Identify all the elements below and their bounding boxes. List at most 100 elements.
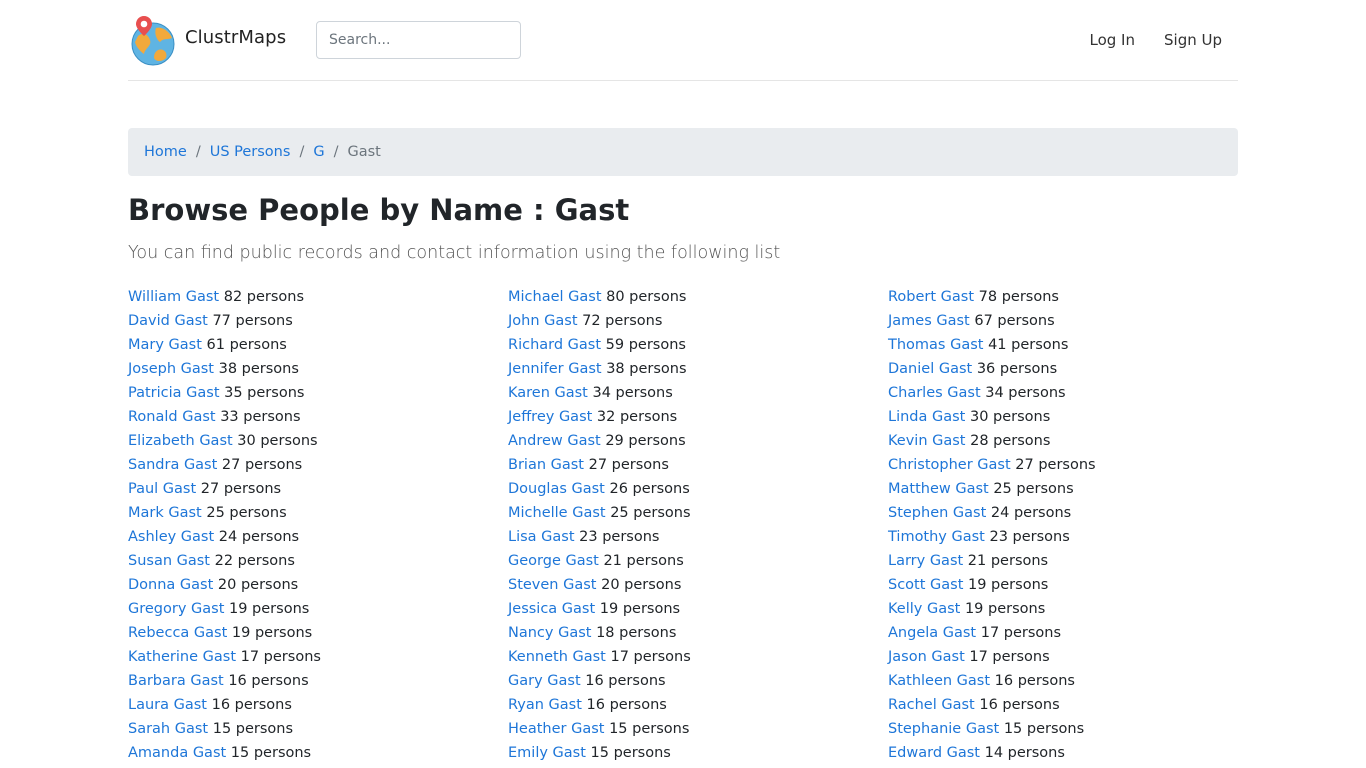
person-name-link[interactable]: Stephanie Gast: [888, 721, 999, 737]
person-name-link[interactable]: Edward Gast: [888, 745, 980, 761]
page-title: Browse People by Name : Gast: [128, 193, 630, 227]
list-item: Brian Gast 27 persons: [508, 453, 888, 477]
signup-link[interactable]: Sign Up: [1164, 31, 1222, 49]
person-name-link[interactable]: Thomas Gast: [888, 337, 983, 353]
person-count: 27 persons: [221, 457, 303, 473]
list-item: Joseph Gast 38 persons: [128, 357, 508, 381]
person-name-link[interactable]: Emily Gast: [508, 745, 586, 761]
list-item: Paul Gast 27 persons: [128, 477, 508, 501]
person-count: 36 persons: [976, 361, 1058, 377]
person-name-link[interactable]: Lisa Gast: [508, 529, 575, 545]
search-input[interactable]: [316, 21, 521, 59]
list-item: Lisa Gast 23 persons: [508, 525, 888, 549]
person-name-link[interactable]: Charles Gast: [888, 385, 981, 401]
person-name-link[interactable]: Jason Gast: [888, 649, 965, 665]
person-count: 61 persons: [206, 337, 287, 353]
person-name-link[interactable]: Susan Gast: [128, 553, 210, 569]
brand[interactable]: ClustrMaps: [130, 14, 286, 66]
person-name-link[interactable]: Michael Gast: [508, 289, 602, 305]
login-link[interactable]: Log In: [1090, 31, 1136, 49]
person-name-link[interactable]: Linda Gast: [888, 409, 965, 425]
person-name-link[interactable]: Rebecca Gast: [128, 625, 227, 641]
breadcrumb-letter[interactable]: G: [313, 144, 324, 160]
person-count: 35 persons: [224, 385, 305, 401]
person-name-link[interactable]: Kelly Gast: [888, 601, 960, 617]
breadcrumb-separator: /: [299, 144, 305, 160]
person-name-link[interactable]: David Gast: [128, 313, 208, 329]
person-name-link[interactable]: Angela Gast: [888, 625, 976, 641]
person-name-link[interactable]: Mary Gast: [128, 337, 202, 353]
person-name-link[interactable]: Steven Gast: [508, 577, 596, 593]
brand-name: ClustrMaps: [185, 26, 287, 48]
person-name-link[interactable]: Daniel Gast: [888, 361, 972, 377]
person-name-link[interactable]: Sarah Gast: [128, 721, 208, 737]
person-name-link[interactable]: Gregory Gast: [128, 601, 224, 617]
person-name-link[interactable]: Timothy Gast: [888, 529, 985, 545]
person-name-link[interactable]: Andrew Gast: [508, 433, 601, 449]
person-count: 17 persons: [610, 649, 691, 665]
list-item: Stephanie Gast 15 persons: [888, 717, 1268, 741]
person-name-link[interactable]: James Gast: [888, 313, 970, 329]
person-name-link[interactable]: Jennifer Gast: [508, 361, 602, 377]
breadcrumb: Home / US Persons / G / Gast: [128, 128, 1238, 176]
person-count: 14 persons: [984, 745, 1065, 761]
person-name-link[interactable]: Richard Gast: [508, 337, 601, 353]
person-name-link[interactable]: Kenneth Gast: [508, 649, 606, 665]
person-name-link[interactable]: Kathleen Gast: [888, 673, 990, 689]
person-name-link[interactable]: Matthew Gast: [888, 481, 989, 497]
person-name-link[interactable]: Gary Gast: [508, 673, 581, 689]
person-name-link[interactable]: Nancy Gast: [508, 625, 591, 641]
person-name-link[interactable]: John Gast: [508, 313, 578, 329]
person-name-link[interactable]: Mark Gast: [128, 505, 202, 521]
person-name-link[interactable]: Douglas Gast: [508, 481, 605, 497]
person-count: 29 persons: [605, 433, 686, 449]
person-name-link[interactable]: Laura Gast: [128, 697, 207, 713]
person-name-link[interactable]: Jeffrey Gast: [508, 409, 592, 425]
breadcrumb-us-persons[interactable]: US Persons: [210, 144, 291, 160]
breadcrumb-home[interactable]: Home: [144, 144, 187, 160]
person-count: 77 persons: [212, 313, 293, 329]
list-item: Matthew Gast 25 persons: [888, 477, 1268, 501]
person-name-link[interactable]: Paul Gast: [128, 481, 196, 497]
person-name-link[interactable]: Kevin Gast: [888, 433, 965, 449]
breadcrumb-current: Gast: [347, 144, 381, 160]
person-name-link[interactable]: Karen Gast: [508, 385, 588, 401]
person-name-link[interactable]: Michelle Gast: [508, 505, 606, 521]
person-name-link[interactable]: Robert Gast: [888, 289, 974, 305]
person-name-link[interactable]: Katherine Gast: [128, 649, 236, 665]
person-name-link[interactable]: Sandra Gast: [128, 457, 217, 473]
person-name-link[interactable]: Donna Gast: [128, 577, 213, 593]
person-count: 67 persons: [974, 313, 1055, 329]
person-name-link[interactable]: Brian Gast: [508, 457, 584, 473]
person-count: 34 persons: [985, 385, 1066, 401]
list-item: Ryan Gast 16 persons: [508, 693, 888, 717]
person-name-link[interactable]: Patricia Gast: [128, 385, 220, 401]
person-name-link[interactable]: Elizabeth Gast: [128, 433, 233, 449]
list-item: Kathleen Gast 16 persons: [888, 669, 1268, 693]
list-item: Kevin Gast 28 persons: [888, 429, 1268, 453]
person-name-link[interactable]: Larry Gast: [888, 553, 963, 569]
list-item: Larry Gast 21 persons: [888, 549, 1268, 573]
person-name-link[interactable]: Scott Gast: [888, 577, 963, 593]
person-name-link[interactable]: Ryan Gast: [508, 697, 582, 713]
person-name-link[interactable]: William Gast: [128, 289, 219, 305]
person-name-link[interactable]: Christopher Gast: [888, 457, 1011, 473]
person-name-link[interactable]: Jessica Gast: [508, 601, 595, 617]
list-item: Donna Gast 20 persons: [128, 573, 508, 597]
person-count: 16 persons: [211, 697, 292, 713]
list-item: Laura Gast 16 persons: [128, 693, 508, 717]
person-name-link[interactable]: Heather Gast: [508, 721, 604, 737]
list-item: David Gast 77 persons: [128, 309, 508, 333]
person-count: 19 persons: [229, 601, 310, 617]
person-name-link[interactable]: Stephen Gast: [888, 505, 986, 521]
person-name-link[interactable]: George Gast: [508, 553, 599, 569]
breadcrumb-separator: /: [333, 144, 339, 160]
person-name-link[interactable]: Ashley Gast: [128, 529, 214, 545]
person-name-link[interactable]: Ronald Gast: [128, 409, 216, 425]
person-name-link[interactable]: Joseph Gast: [128, 361, 214, 377]
person-name-link[interactable]: Barbara Gast: [128, 673, 224, 689]
person-name-link[interactable]: Rachel Gast: [888, 697, 975, 713]
person-name-link[interactable]: Amanda Gast: [128, 745, 226, 761]
list-item: Heather Gast 15 persons: [508, 717, 888, 741]
person-count: 72 persons: [582, 313, 663, 329]
